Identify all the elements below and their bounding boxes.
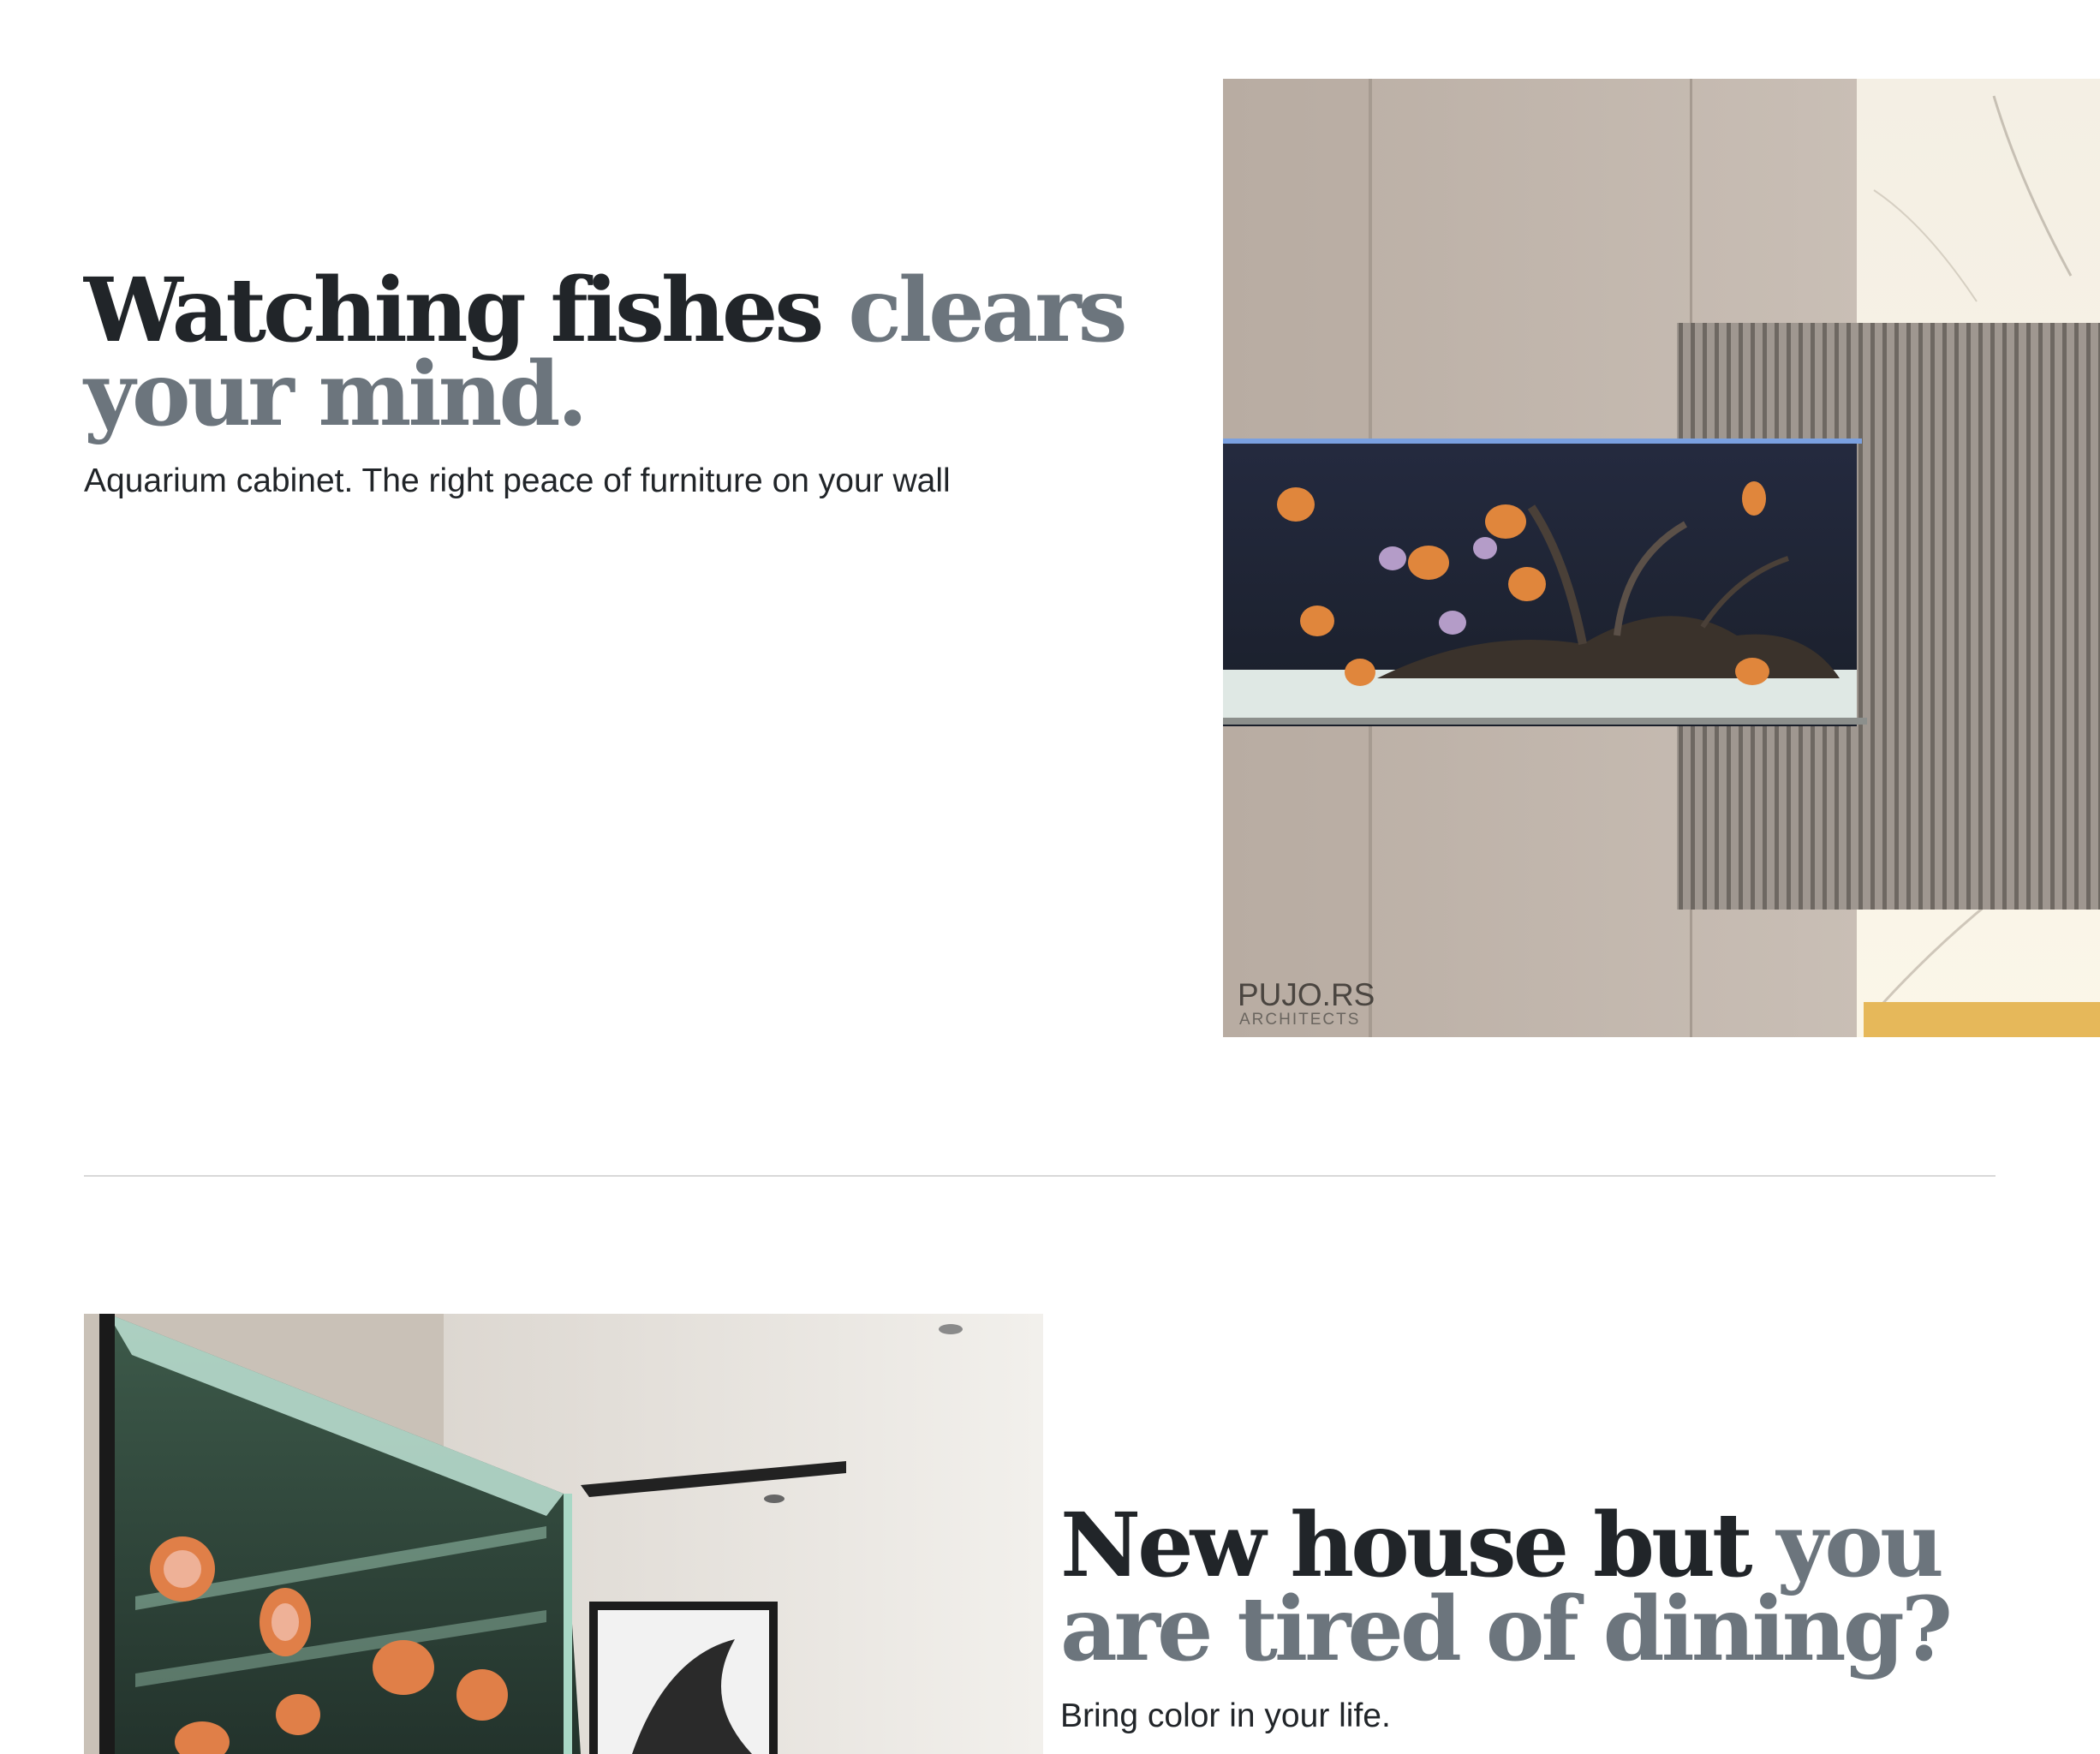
section-divider — [84, 1175, 1996, 1177]
feature-1-lead: Aquarium cabinet. The right peace of fur… — [84, 462, 951, 499]
feature-1-heading: Watching fishes clears your mind. — [84, 266, 1197, 438]
watermark-sub: ARCHITECTS — [1239, 1011, 1360, 1029]
feature-2-lead: Bring color in your life. — [1060, 1697, 1391, 1734]
feature-2-text: New house but you are tired of dining? B… — [1060, 1501, 2088, 1737]
feature-2-image-aquarium-dining — [84, 1314, 1043, 1754]
watermark-main: PUJO.RS — [1238, 977, 1375, 1012]
feature-2-heading: New house but you are tired of dining? — [1060, 1501, 2088, 1673]
feature-1-image-aquarium-cabinet: PUJO.RS ARCHITECTS — [1223, 79, 2100, 1037]
feature-1-text: Watching fishes clears your mind. Aquari… — [84, 266, 1197, 502]
